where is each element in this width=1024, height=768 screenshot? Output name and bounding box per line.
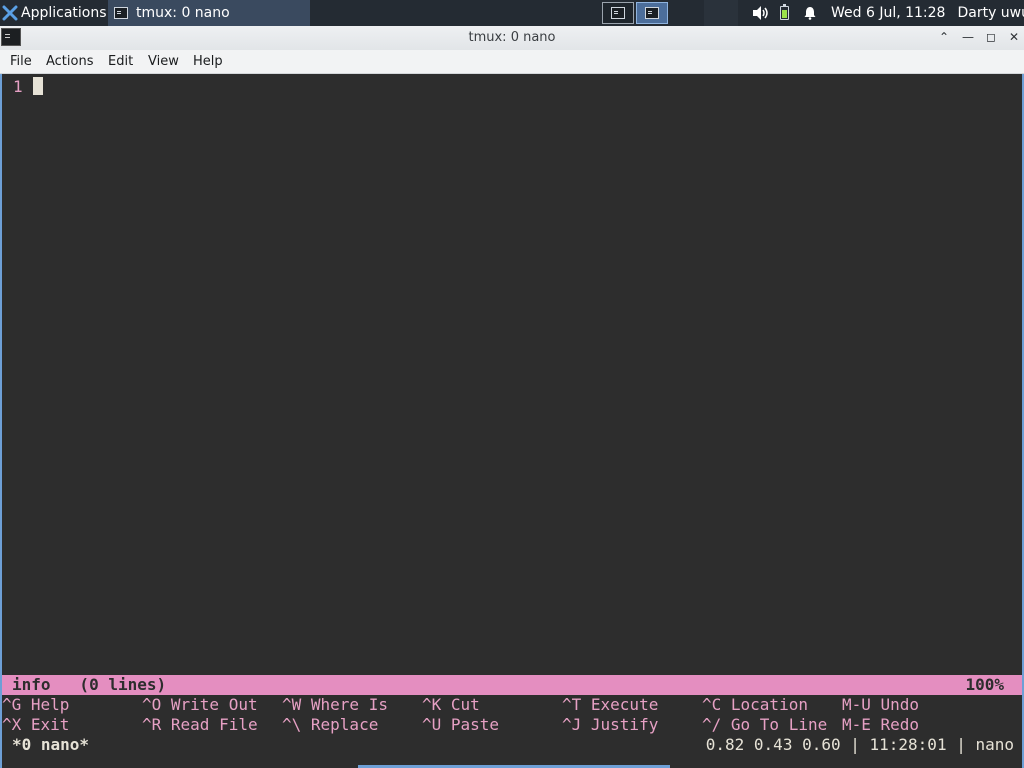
shortcut-paste: ^U Paste bbox=[422, 715, 500, 734]
tmux-window-label[interactable]: *0 nano* bbox=[12, 735, 89, 755]
shortcut-read-file: ^R Read File bbox=[142, 715, 258, 734]
menu-help[interactable]: Help bbox=[193, 54, 223, 69]
shortcut-go-to-line: ^/ Go To Line bbox=[702, 715, 828, 734]
applications-label: Applications bbox=[21, 5, 107, 21]
nano-shortcut-list: ^G Help ^O Write Out ^W Where Is ^K Cut … bbox=[2, 695, 1022, 735]
taskbar-item-tmux[interactable]: tmux: 0 nano bbox=[108, 0, 310, 26]
window-titlebar[interactable]: tmux: 0 nano ⌃ — ◻ ✕ bbox=[0, 26, 1024, 51]
shortcut-exit: ^X Exit bbox=[2, 715, 70, 734]
terminal-icon bbox=[611, 7, 625, 19]
user-menu[interactable]: Darty uwu bbox=[957, 5, 1024, 21]
terminal-icon bbox=[645, 7, 659, 19]
nano-status-bar: info (0 lines) 100% bbox=[2, 675, 1022, 695]
xfce-logo-icon bbox=[2, 5, 18, 21]
panel-spacer bbox=[704, 0, 738, 26]
shortcut-redo: M-E Redo bbox=[842, 715, 920, 734]
shortcut-write-out: ^O Write Out bbox=[142, 695, 258, 714]
notification-bell-icon[interactable] bbox=[803, 6, 817, 20]
workspace-2-button[interactable] bbox=[636, 2, 668, 24]
top-panel: Applications ☰ tmux: 0 nano Wed 6 Jul, 1… bbox=[0, 0, 1024, 26]
terminal-icon bbox=[114, 7, 128, 19]
volume-icon[interactable] bbox=[752, 5, 770, 21]
maximize-button[interactable]: ◻ bbox=[983, 29, 999, 45]
menu-file[interactable]: File bbox=[10, 54, 32, 69]
shade-button[interactable]: ⌃ bbox=[936, 29, 952, 45]
shortcut-justify: ^J Justify bbox=[562, 715, 659, 734]
battery-icon[interactable] bbox=[780, 4, 789, 20]
clock[interactable]: Wed 6 Jul, 11:28 bbox=[831, 5, 945, 21]
status-info: info (0 lines) bbox=[12, 675, 167, 694]
status-percent: 100% bbox=[965, 675, 1004, 694]
tmux-status-bar: *0 nano* 0.82 0.43 0.60 | 11:28:01 | nan… bbox=[2, 735, 1022, 755]
system-tray: Wed 6 Jul, 11:28 Darty uwu bbox=[752, 0, 1024, 26]
menu-view[interactable]: View bbox=[148, 54, 179, 69]
minimize-button[interactable]: — bbox=[960, 29, 976, 45]
shortcut-where-is: ^W Where Is bbox=[282, 695, 388, 714]
taskbar-item-label: tmux: 0 nano bbox=[136, 5, 230, 21]
terminal-area[interactable]: 1 info (0 lines) 100% ^G Help ^O Write O… bbox=[0, 74, 1024, 768]
applications-menu[interactable]: Applications ☰ bbox=[0, 0, 121, 26]
menu-actions[interactable]: Actions bbox=[46, 54, 94, 69]
shortcut-execute: ^T Execute bbox=[562, 695, 659, 714]
menu-edit[interactable]: Edit bbox=[108, 54, 133, 69]
tmux-right-status: 0.82 0.43 0.60 | 11:28:01 | nano bbox=[705, 735, 1014, 754]
text-cursor bbox=[33, 77, 43, 95]
close-button[interactable]: ✕ bbox=[1006, 29, 1022, 45]
shortcut-cut: ^K Cut bbox=[422, 695, 480, 714]
window-title: tmux: 0 nano bbox=[468, 30, 556, 45]
workspace-1-button[interactable] bbox=[602, 2, 634, 24]
shortcut-location: ^C Location bbox=[702, 695, 808, 714]
line-number: 1 bbox=[13, 77, 23, 96]
menu-bar: File Actions Edit View Help bbox=[0, 50, 1024, 74]
shortcut-undo: M-U Undo bbox=[842, 695, 920, 714]
shortcut-help: ^G Help bbox=[2, 695, 70, 714]
shortcut-replace: ^\ Replace bbox=[282, 715, 379, 734]
